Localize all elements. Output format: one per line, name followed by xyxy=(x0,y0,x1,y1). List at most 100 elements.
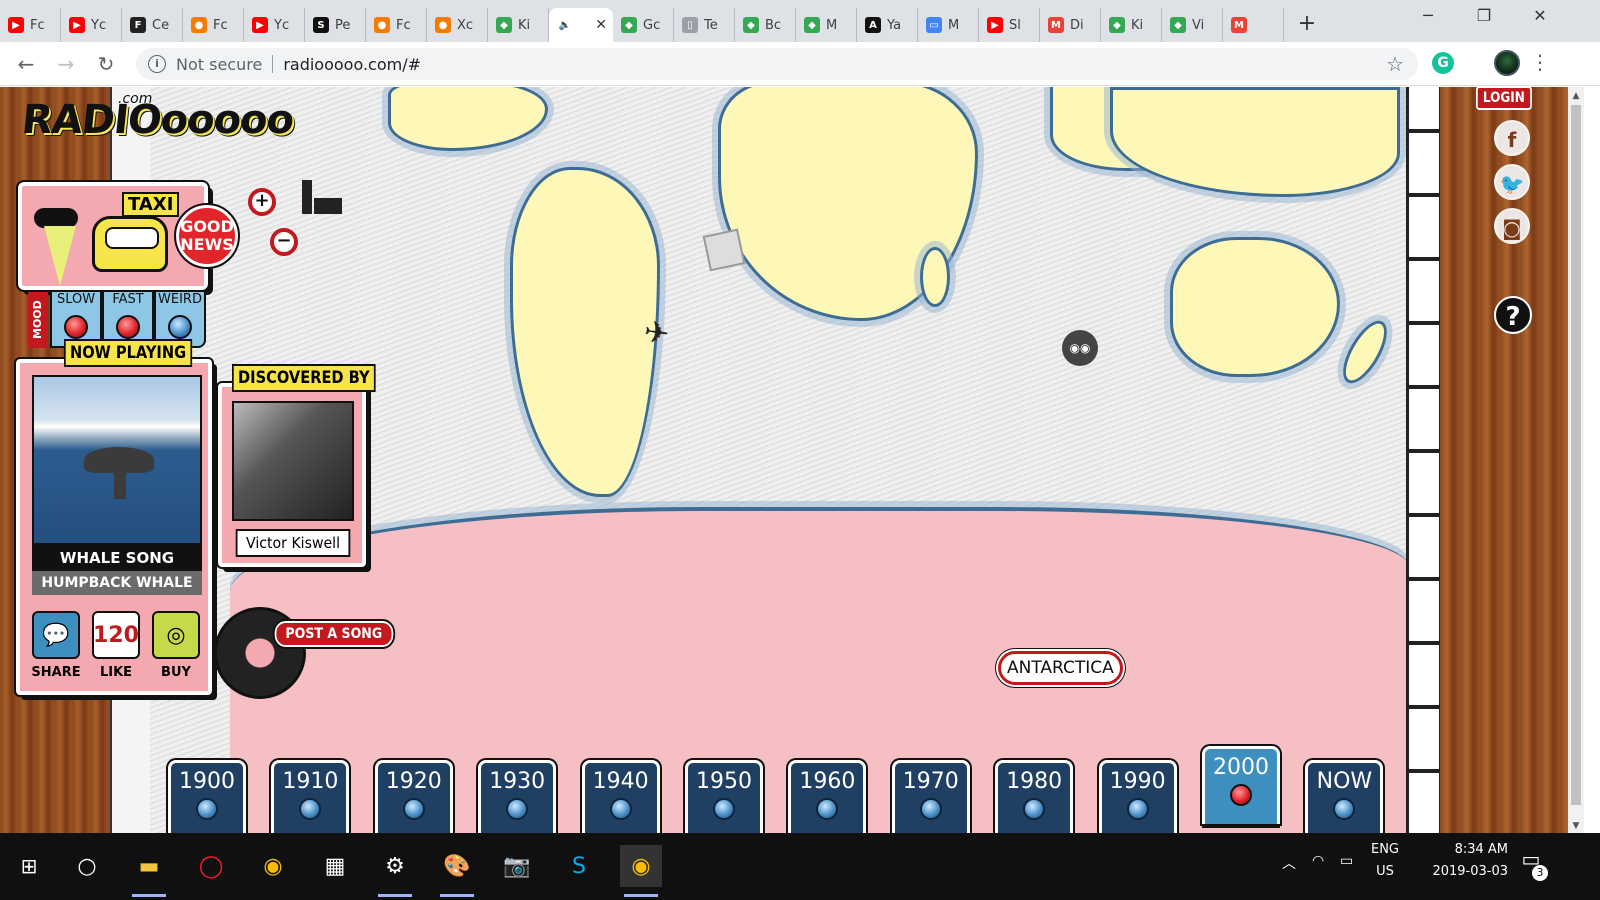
back-arrow-icon[interactable]: ← xyxy=(12,50,40,78)
decade-button-2000[interactable]: 2000 xyxy=(1202,746,1280,828)
discoverer-name[interactable]: Victor Kiswell xyxy=(235,529,351,557)
airplane-icon[interactable]: ✈ xyxy=(642,314,672,352)
browser-tab[interactable]: ◆ Ki xyxy=(1101,8,1162,42)
good-news-button[interactable]: GOOD NEWS xyxy=(174,203,240,269)
decade-button-now[interactable]: NOW xyxy=(1305,760,1384,836)
new-tab-icon[interactable]: + xyxy=(1292,11,1322,36)
browser-tab[interactable]: ▶ Fc xyxy=(0,8,61,42)
scroll-down-arrow-icon[interactable]: ▼ xyxy=(1568,821,1584,831)
browser-tab[interactable]: A Ya xyxy=(857,8,918,42)
browser-tab[interactable]: ● Fc xyxy=(366,8,427,42)
browser-tab[interactable]: ▶ Sl xyxy=(979,8,1040,42)
decade-knob-icon[interactable] xyxy=(1023,798,1046,820)
address-bar[interactable]: i Not secure radiooooo.com/# ☆ xyxy=(136,48,1418,80)
browser-tab[interactable]: ◆ Ki xyxy=(488,8,549,42)
australia-shape[interactable] xyxy=(1170,237,1340,377)
browser-tab[interactable]: 🔈 ✕ xyxy=(549,8,613,42)
instagram-icon[interactable]: ◙ xyxy=(1494,208,1530,244)
wifi-icon[interactable]: ◠ xyxy=(1312,853,1324,869)
browser-tab[interactable]: M xyxy=(1223,8,1284,42)
decade-button-1930[interactable]: 1930 xyxy=(478,760,557,836)
decade-button-1980[interactable]: 1980 xyxy=(995,760,1074,836)
decade-button-1900[interactable]: 1900 xyxy=(168,760,246,836)
twitter-icon[interactable]: 🐦 xyxy=(1494,164,1530,200)
windows-start-icon[interactable]: ⊞ xyxy=(8,845,50,887)
zoom-in-icon[interactable]: + xyxy=(248,188,276,216)
buy-button[interactable]: ◎ BUY xyxy=(150,611,202,680)
site-info-icon[interactable]: i xyxy=(148,55,166,73)
tray-expand-icon[interactable]: ︿ xyxy=(1282,853,1296,873)
action-center-icon[interactable]: ▭ 3 xyxy=(1516,847,1548,881)
antarctica-label[interactable]: ANTARCTICA xyxy=(998,651,1123,685)
browser-tab[interactable]: F Ce xyxy=(122,8,183,42)
restore-window-icon[interactable]: ❐ xyxy=(1464,6,1504,25)
cortana-search-icon[interactable]: ○ xyxy=(66,845,108,887)
decade-knob-icon[interactable] xyxy=(196,798,218,820)
facebook-icon[interactable]: f xyxy=(1494,120,1530,156)
site-logo[interactable]: .com RADIOooooo xyxy=(20,91,296,157)
decade-knob-icon[interactable] xyxy=(919,798,942,820)
decade-knob-icon[interactable] xyxy=(816,798,839,820)
minimize-window-icon[interactable]: ─ xyxy=(1408,6,1448,25)
decade-knob-icon[interactable] xyxy=(609,798,632,820)
coin-icon[interactable]: ◎ xyxy=(152,611,200,659)
browser-tab[interactable]: ◆ Vi xyxy=(1162,8,1223,42)
scrollbar-thumb[interactable] xyxy=(1571,105,1581,805)
post-a-song-button[interactable]: POST A SONG xyxy=(272,619,395,649)
bookmark-star-icon[interactable]: ☆ xyxy=(1386,52,1404,76)
browser-tab[interactable]: ◆ M xyxy=(796,8,857,42)
decade-knob-icon[interactable] xyxy=(713,798,735,820)
mood-weird-indicator[interactable] xyxy=(168,315,192,339)
southeast-asia-shape[interactable] xyxy=(1110,87,1400,197)
speech-bubble-icon[interactable]: 💬 xyxy=(32,611,80,659)
browser-tab[interactable]: ▶ Yc xyxy=(244,8,305,42)
reload-icon[interactable]: ↻ xyxy=(92,50,120,78)
decade-knob-icon[interactable] xyxy=(402,798,425,820)
decade-button-1920[interactable]: 1920 xyxy=(374,760,453,836)
heart-icon[interactable]: 120 xyxy=(92,611,140,659)
close-window-icon[interactable]: ✕ xyxy=(1520,6,1560,25)
chrome-icon[interactable]: ◉ xyxy=(252,845,294,887)
opera-icon[interactable]: ◯ xyxy=(190,845,232,887)
battery-icon[interactable]: ▭ xyxy=(1340,853,1353,869)
central-america-shape[interactable] xyxy=(388,87,548,151)
skype-icon[interactable]: S xyxy=(558,845,600,887)
discoverer-photo[interactable] xyxy=(232,401,354,521)
browser-tab[interactable]: ▭ M xyxy=(918,8,979,42)
south-america-shape[interactable] xyxy=(510,167,660,497)
decade-button-1970[interactable]: 1970 xyxy=(891,760,970,836)
decade-button-1910[interactable]: 1910 xyxy=(271,760,350,836)
camera-icon[interactable]: 📷 xyxy=(496,845,538,887)
system-clock[interactable]: 8:34 AM 2019-03-03 xyxy=(1408,839,1508,883)
decade-button-1990[interactable]: 1990 xyxy=(1098,760,1177,836)
decade-knob-icon[interactable] xyxy=(506,798,529,820)
decade-knob-icon[interactable] xyxy=(1333,798,1356,820)
mood-fast-indicator[interactable] xyxy=(116,315,140,339)
close-tab-icon[interactable]: ✕ xyxy=(595,17,607,33)
decade-button-1950[interactable]: 1950 xyxy=(685,760,763,836)
language-indicator[interactable]: ENG US xyxy=(1368,839,1402,883)
browser-tab[interactable]: ▶ Yc xyxy=(61,8,122,42)
factory-icon[interactable] xyxy=(300,180,344,214)
share-button[interactable]: 💬 SHARE xyxy=(30,611,82,680)
url-text[interactable]: radiooooo.com/# xyxy=(283,55,421,74)
settings-gear-icon[interactable]: ⚙ xyxy=(374,845,416,897)
zoom-out-icon[interactable]: − xyxy=(270,228,298,256)
page-scrollbar[interactable]: ▲ ▼ xyxy=(1568,87,1584,833)
decade-knob-icon[interactable] xyxy=(299,798,322,820)
mood-slow-indicator[interactable] xyxy=(64,315,88,339)
parcel-icon[interactable] xyxy=(702,228,746,272)
paint-icon[interactable]: 🎨 xyxy=(436,845,478,897)
like-button[interactable]: 120 LIKE xyxy=(90,611,142,680)
calculator-icon[interactable]: ▦ xyxy=(314,845,356,887)
help-button[interactable]: ? xyxy=(1494,296,1532,334)
file-explorer-icon[interactable]: ▬ xyxy=(128,845,170,897)
scroll-up-arrow-icon[interactable]: ▲ xyxy=(1568,91,1584,101)
browser-tab[interactable]: ● Fc xyxy=(183,8,244,42)
decade-knob-icon[interactable] xyxy=(1230,784,1252,806)
browser-tab[interactable]: ▯ Te xyxy=(674,8,735,42)
decade-button-1940[interactable]: 1940 xyxy=(581,760,660,836)
chrome-active-icon[interactable]: ◉ xyxy=(620,845,662,897)
forward-arrow-icon[interactable]: → xyxy=(52,50,80,78)
browser-tab[interactable]: ◆ Bc xyxy=(735,8,796,42)
